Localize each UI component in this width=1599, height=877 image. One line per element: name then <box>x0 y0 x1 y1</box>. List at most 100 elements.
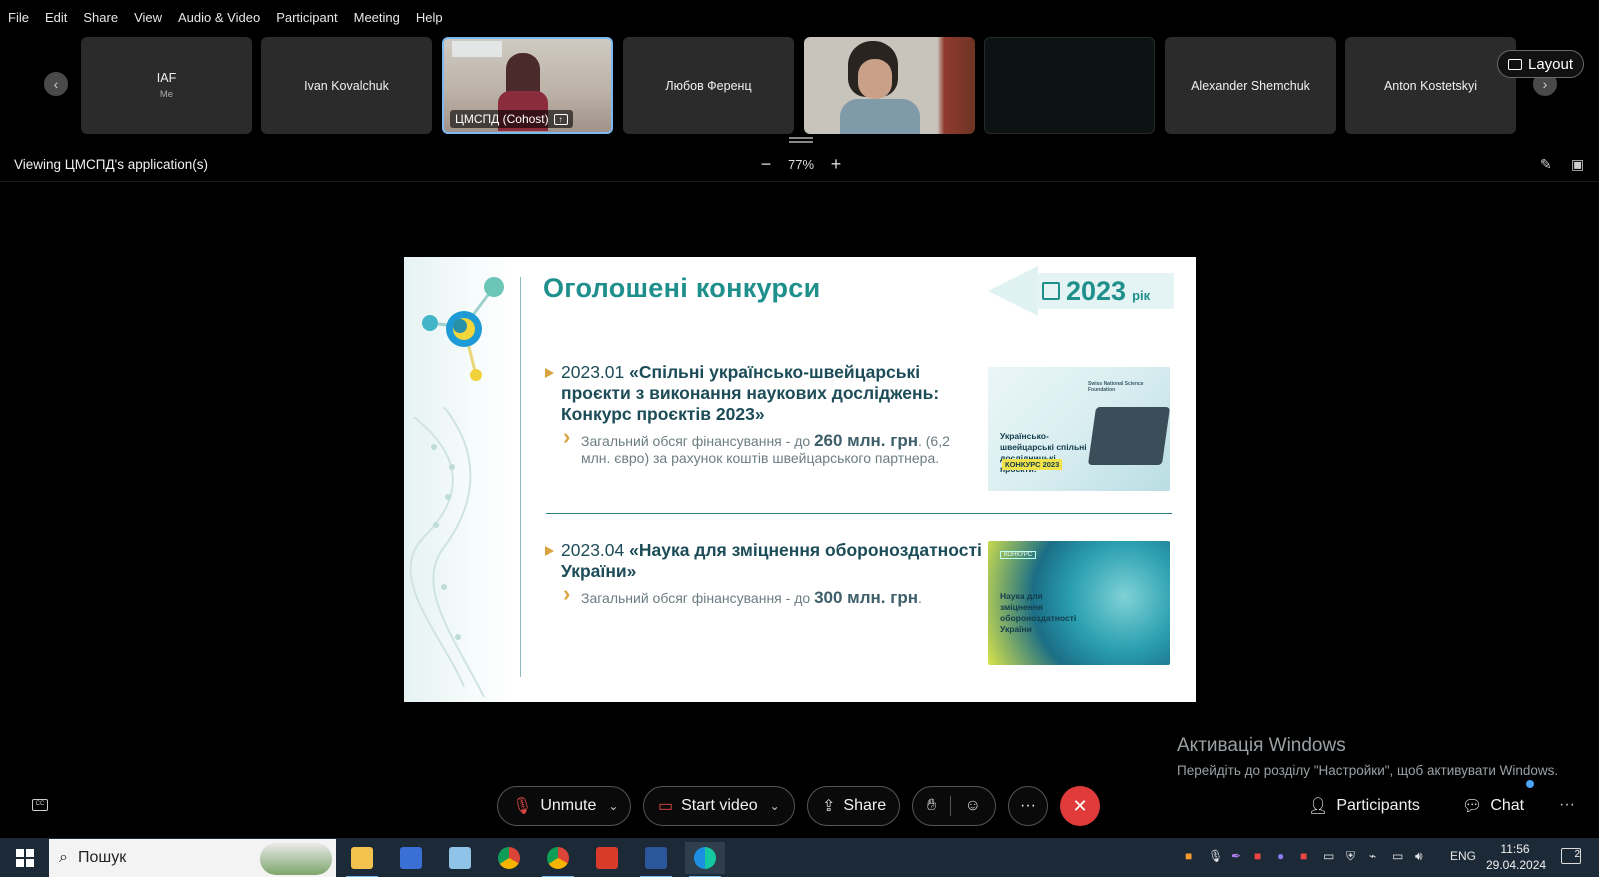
pen-icon[interactable]: ✒ <box>1231 849 1241 863</box>
clock-time: 11:56 <box>1500 842 1530 856</box>
viber-icon[interactable]: ● <box>1277 849 1284 863</box>
monitor-icon[interactable]: ▭ <box>1392 849 1403 863</box>
separator <box>950 796 951 816</box>
molecule-graphic <box>409 277 504 698</box>
participant-tile-ivan[interactable]: Ivan Kovalchuk <box>261 37 432 134</box>
contest-funding: Загальний обсяг фінансування - до 260 мл… <box>543 428 983 467</box>
participant-tile-alexander[interactable]: Alexander Shemchuk <box>1165 37 1336 134</box>
language-indicator[interactable]: ENG <box>1450 849 1476 863</box>
pdf-tray-icon[interactable]: ■ <box>1254 849 1261 863</box>
funding-amount: 300 млн. грн <box>814 588 918 607</box>
participant-tile-cohost[interactable]: ЦМСПД (Cohost) ↑ <box>442 37 613 134</box>
chat-button[interactable]: 💬︎ Chat <box>1462 796 1524 816</box>
menu-bar: File Edit Share View Audio & Video Parti… <box>0 0 1599 34</box>
share-button[interactable]: ⇪ Share <box>807 786 900 826</box>
annotate-icon[interactable]: ✎ <box>1540 156 1552 173</box>
participant-tile-iaf[interactable]: IAF Me <box>81 37 252 134</box>
chevron-down-icon[interactable]: ⌄ <box>608 799 618 813</box>
notification-count: 2 <box>1574 849 1580 860</box>
contest-title: «Наука для зміцнення обороноздатності Ук… <box>561 540 982 581</box>
video-off-icon: ▭ <box>658 798 674 815</box>
participants-button[interactable]: 👤︎ Participants <box>1308 796 1420 816</box>
closed-captions-icon[interactable]: CC <box>32 799 48 811</box>
notifications-icon[interactable]: 2 <box>1561 848 1581 864</box>
save-app-icon[interactable] <box>391 842 431 874</box>
leave-meeting-button[interactable]: ✕ <box>1060 786 1100 826</box>
unmute-button[interactable]: 🎙︎ Unmute ⌄ <box>497 786 631 826</box>
share-screen-icon: ⇪ <box>822 798 836 815</box>
layout-label: Layout <box>1528 55 1574 73</box>
zoom-out-button[interactable]: − <box>758 154 774 175</box>
contest-poster-2: КОНКУРС Наука для зміцнення обороноздатн… <box>988 541 1170 665</box>
tray-app-icon[interactable]: ■ <box>1185 849 1192 863</box>
file-explorer-icon[interactable] <box>342 842 382 877</box>
chrome-icon[interactable] <box>489 842 529 874</box>
funding-rest: . <box>917 590 922 606</box>
windows-start-icon[interactable] <box>16 849 34 867</box>
pop-out-view-icon[interactable]: ▣ <box>1571 156 1584 173</box>
participant-tile-anton[interactable]: Anton Kostetskyi <box>1345 37 1516 134</box>
menu-edit[interactable]: Edit <box>45 10 75 25</box>
reactions-group: ✋︎ ☺ <box>912 786 996 826</box>
slide-divider-horizontal <box>546 513 1172 514</box>
search-icon: ⌕ <box>59 849 68 866</box>
menu-audio-video[interactable]: Audio & Video <box>178 10 268 25</box>
search-highlight-image <box>260 843 332 875</box>
chrome-profile-icon[interactable] <box>538 842 578 877</box>
participant-name: IAF <box>156 71 177 85</box>
menu-share[interactable]: Share <box>83 10 126 25</box>
volume-icon[interactable]: 🔊︎ <box>1415 849 1423 864</box>
shared-slide: Оголошені конкурси 2023 рік 2023.01 «Спі… <box>404 257 1196 702</box>
shield-icon[interactable]: ⛨ <box>1346 849 1355 864</box>
pdf-reader-icon[interactable] <box>587 842 627 874</box>
microphone-icon[interactable]: 🎙︎ <box>1208 849 1223 863</box>
overflow-menu-button[interactable]: ··· <box>1559 796 1575 814</box>
menu-participant[interactable]: Participant <box>276 10 345 25</box>
webex-icon[interactable] <box>685 842 725 877</box>
poster-badge: КОНКУРС 2023 <box>1002 459 1063 470</box>
menu-view[interactable]: View <box>134 10 170 25</box>
network-icon[interactable]: ⌁ <box>1369 849 1376 863</box>
menu-help[interactable]: Help <box>416 10 451 25</box>
more-options-button[interactable]: ··· <box>1008 786 1048 826</box>
chat-label: Chat <box>1490 797 1525 814</box>
participant-tile-blank[interactable] <box>984 37 1155 134</box>
more-icon: ··· <box>1020 797 1036 814</box>
participant-name-label: ЦМСПД (Cohost) ↑ <box>450 110 573 128</box>
menu-file[interactable]: File <box>8 10 37 25</box>
contest-item-2: 2023.04 «Наука для зміцнення обороноздат… <box>543 540 983 607</box>
clock[interactable]: 11:56 29.04.2024 <box>1486 841 1546 873</box>
funding-amount: 260 млн. грн <box>814 431 918 450</box>
reactions-icon[interactable]: ☺ <box>965 797 981 815</box>
start-video-label: Start video <box>681 797 758 814</box>
contest-item-1: 2023.01 «Спільні українсько-швейцарські … <box>543 362 983 467</box>
watermark-text: Перейдіть до розділу "Настройки", щоб ак… <box>1177 763 1559 778</box>
word-icon[interactable] <box>636 842 676 877</box>
strip-resize-handle[interactable] <box>789 137 813 143</box>
raise-hand-icon[interactable]: ✋︎ <box>927 797 936 815</box>
recorder-icon[interactable]: ■ <box>1300 849 1307 863</box>
notepad-icon[interactable] <box>440 842 480 874</box>
taskbar-search[interactable]: ⌕ Пошук <box>49 839 336 877</box>
contest-heading: 2023.01 «Спільні українсько-швейцарські … <box>543 362 983 425</box>
contest-funding: Загальний обсяг фінансування - до 300 мл… <box>543 585 983 607</box>
year-number: 2023 <box>1066 275 1127 306</box>
participant-strip: ‹ IAF Me Ivan Kovalchuk ЦМСПД (Cohost) ↑… <box>0 36 1599 136</box>
participant-tile-video[interactable] <box>804 37 975 134</box>
chevron-left-icon[interactable]: ‹ <box>44 72 68 96</box>
funding-prefix: Загальний обсяг фінансування - до <box>581 590 811 606</box>
poster-text: Наука для зміцнення обороноздатності Укр… <box>1000 591 1077 634</box>
chevron-down-icon[interactable]: ⌄ <box>770 799 780 813</box>
layout-icon <box>1508 58 1522 70</box>
zoom-in-button[interactable]: + <box>828 154 844 175</box>
year-badge-body: 2023 рік <box>1036 273 1174 309</box>
video-feed-face <box>858 59 892 99</box>
display-icon[interactable]: ▭ <box>1323 849 1334 863</box>
start-video-button[interactable]: ▭ Start video ⌄ <box>643 786 795 826</box>
slide-title: Оголошені конкурси <box>543 273 821 303</box>
screen-share-icon: ↑ <box>553 113 568 125</box>
menu-meeting[interactable]: Meeting <box>354 10 408 25</box>
participant-tile-liubov[interactable]: Любов Ференц <box>623 37 794 134</box>
viewing-status: Viewing ЦМСПД's application(s) <box>14 157 208 172</box>
layout-button[interactable]: Layout <box>1497 50 1585 78</box>
